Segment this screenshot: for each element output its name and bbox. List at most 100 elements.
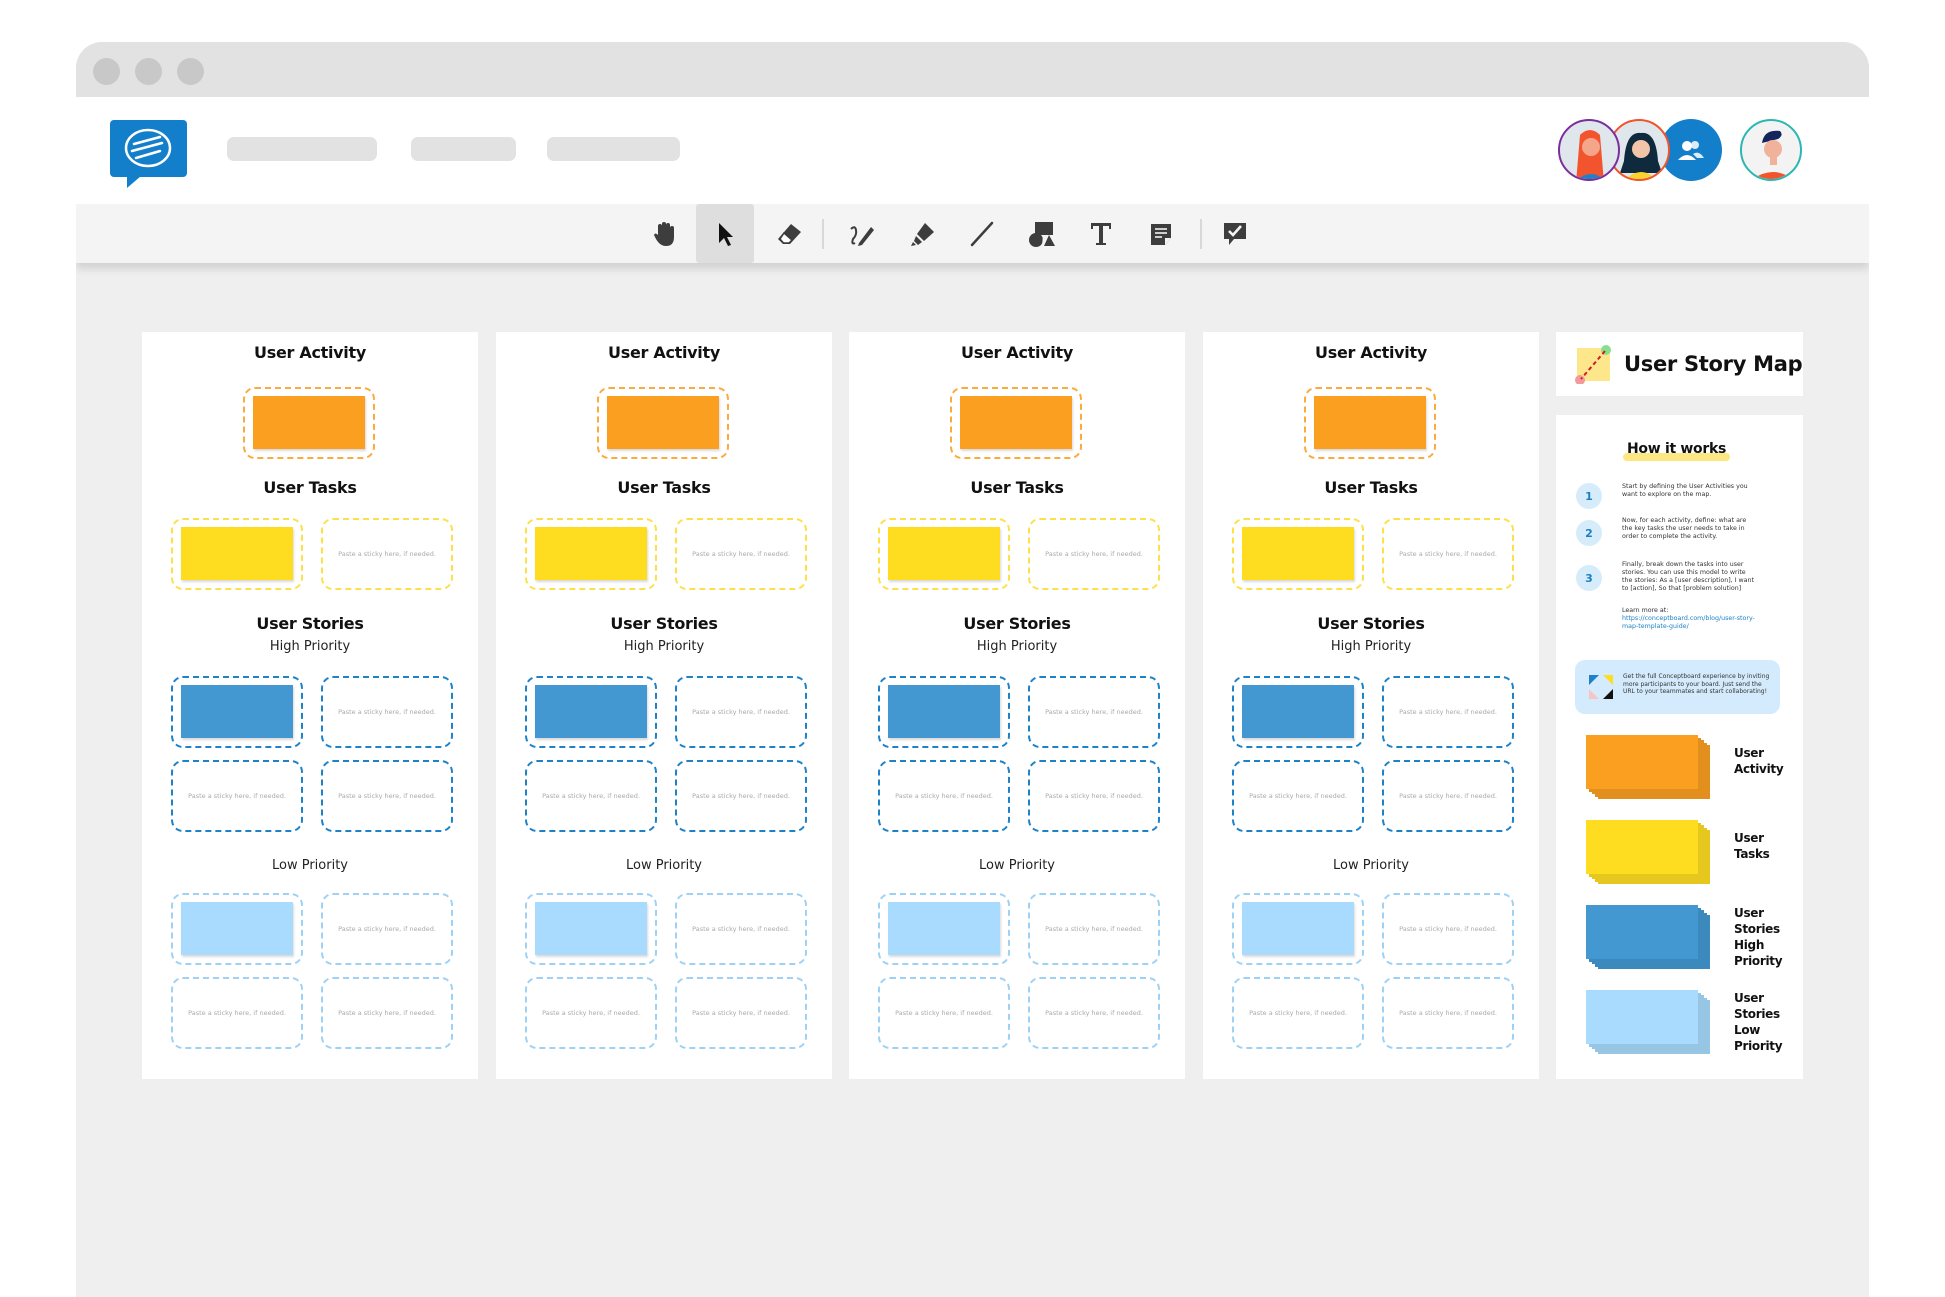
legend-label: User Stories High Priority: [1734, 906, 1783, 968]
maximize-window-button[interactable]: [177, 58, 204, 85]
nav-placeholder-2[interactable]: [411, 137, 516, 161]
activity-slot[interactable]: [950, 387, 1082, 459]
avatar-man-current-user[interactable]: [1740, 119, 1802, 181]
high-priority-slot[interactable]: Paste a sticky here, if needed.: [675, 760, 807, 832]
tool-draw[interactable]: [833, 204, 891, 263]
sticky-note[interactable]: [1242, 527, 1354, 580]
activity-title: User Activity: [961, 343, 1073, 362]
high-priority-slot[interactable]: Paste a sticky here, if needed.: [1232, 760, 1364, 832]
slot-hint: Paste a sticky here, if needed.: [542, 792, 640, 800]
minimize-window-button[interactable]: [135, 58, 162, 85]
avatar-woman-red-hair[interactable]: [1558, 119, 1620, 181]
sticky-note[interactable]: [888, 902, 1000, 955]
app-header: [76, 97, 1869, 204]
learn-more-link[interactable]: https://conceptboard.com/blog/user-story…: [1622, 615, 1757, 631]
activity-slot[interactable]: [1304, 387, 1436, 459]
tool-eraser[interactable]: [760, 204, 818, 263]
task-slot[interactable]: Paste a sticky here, if needed.: [1028, 518, 1160, 590]
slot-hint: Paste a sticky here, if needed.: [338, 792, 436, 800]
sticky-note[interactable]: [1242, 685, 1354, 738]
sticky-note[interactable]: [535, 527, 647, 580]
legend-sticky-stack[interactable]: [1586, 990, 1711, 1056]
high-priority-slot[interactable]: Paste a sticky here, if needed.: [321, 760, 453, 832]
low-priority-slot[interactable]: Paste a sticky here, if needed.: [321, 893, 453, 965]
high-priority-slot[interactable]: Paste a sticky here, if needed.: [1028, 760, 1160, 832]
high-priority-slot[interactable]: [171, 676, 303, 748]
nav-placeholder-1[interactable]: [227, 137, 377, 161]
conceptboard-logo-icon[interactable]: [110, 120, 187, 177]
tool-text[interactable]: [1072, 204, 1130, 263]
task-slot[interactable]: Paste a sticky here, if needed.: [1382, 518, 1514, 590]
sticky-note[interactable]: [1314, 396, 1426, 449]
slot-hint: Paste a sticky here, if needed.: [1399, 708, 1497, 716]
tool-sticky-note[interactable]: [1132, 204, 1190, 263]
low-priority-slot[interactable]: Paste a sticky here, if needed.: [675, 977, 807, 1049]
task-slot[interactable]: Paste a sticky here, if needed.: [675, 518, 807, 590]
sticky-note[interactable]: [253, 396, 365, 449]
how-it-works-card: How it works 1 Start by defining the Use…: [1556, 415, 1803, 1079]
nav-placeholder-3[interactable]: [547, 137, 680, 161]
sticky-layer: [1586, 990, 1698, 1044]
tool-line[interactable]: [953, 204, 1011, 263]
sticky-note[interactable]: [888, 527, 1000, 580]
high-priority-slot[interactable]: Paste a sticky here, if needed.: [321, 676, 453, 748]
sticky-note[interactable]: [535, 685, 647, 738]
low-priority-slot[interactable]: Paste a sticky here, if needed.: [1382, 893, 1514, 965]
low-priority-slot[interactable]: [171, 893, 303, 965]
low-priority-slot[interactable]: Paste a sticky here, if needed.: [1028, 977, 1160, 1049]
sticky-note[interactable]: [607, 396, 719, 449]
tool-highlighter[interactable]: [893, 204, 951, 263]
low-priority-slot[interactable]: Paste a sticky here, if needed.: [1232, 977, 1364, 1049]
task-slot[interactable]: [171, 518, 303, 590]
low-priority-slot[interactable]: Paste a sticky here, if needed.: [321, 977, 453, 1049]
sticky-note[interactable]: [535, 902, 647, 955]
board-canvas[interactable]: User Activity User Tasks Paste a sticky he…: [76, 263, 1869, 1297]
low-priority-slot[interactable]: [525, 893, 657, 965]
tool-hand[interactable]: [636, 204, 694, 263]
close-window-button[interactable]: [93, 58, 120, 85]
activity-slot[interactable]: [597, 387, 729, 459]
sticky-note[interactable]: [960, 396, 1072, 449]
low-priority-slot[interactable]: Paste a sticky here, if needed.: [878, 977, 1010, 1049]
tool-review[interactable]: [1206, 204, 1264, 263]
slot-hint: Paste a sticky here, if needed.: [1045, 550, 1143, 558]
high-priority-slot[interactable]: Paste a sticky here, if needed.: [878, 760, 1010, 832]
high-priority-slot[interactable]: Paste a sticky here, if needed.: [171, 760, 303, 832]
high-priority-slot[interactable]: [1232, 676, 1364, 748]
task-slot[interactable]: Paste a sticky here, if needed.: [321, 518, 453, 590]
sticky-note[interactable]: [181, 527, 293, 580]
hand-icon: [654, 221, 674, 246]
cursor-arrow-icon: [719, 222, 733, 246]
low-priority-slot[interactable]: Paste a sticky here, if needed.: [675, 893, 807, 965]
sticky-note[interactable]: [181, 685, 293, 738]
high-priority-slot[interactable]: [525, 676, 657, 748]
line-icon: [970, 221, 994, 246]
low-priority-slot[interactable]: [1232, 893, 1364, 965]
sticky-note[interactable]: [181, 902, 293, 955]
task-slot[interactable]: [525, 518, 657, 590]
task-slot[interactable]: [878, 518, 1010, 590]
low-priority-slot[interactable]: Paste a sticky here, if needed.: [1028, 893, 1160, 965]
high-priority-slot[interactable]: Paste a sticky here, if needed.: [1382, 676, 1514, 748]
low-priority-slot[interactable]: Paste a sticky here, if needed.: [171, 977, 303, 1049]
tool-shapes[interactable]: [1013, 204, 1071, 263]
sticky-note[interactable]: [1242, 902, 1354, 955]
high-priority-slot[interactable]: Paste a sticky here, if needed.: [675, 676, 807, 748]
legend-sticky-stack[interactable]: [1586, 820, 1711, 886]
low-priority-slot[interactable]: Paste a sticky here, if needed.: [1382, 977, 1514, 1049]
legend-sticky-stack[interactable]: [1586, 735, 1711, 801]
task-slot[interactable]: [1232, 518, 1364, 590]
low-priority-slot[interactable]: Paste a sticky here, if needed.: [525, 977, 657, 1049]
activity-slot[interactable]: [243, 387, 375, 459]
tool-select[interactable]: [696, 204, 754, 263]
legend-sticky-stack[interactable]: [1586, 905, 1711, 971]
high-priority-slot[interactable]: Paste a sticky here, if needed.: [1028, 676, 1160, 748]
low-priority-slot[interactable]: [878, 893, 1010, 965]
story-column-3: User Activity User Tasks Paste a sticky he…: [849, 332, 1185, 1079]
legend-label: User Tasks: [1734, 831, 1770, 861]
high-priority-slot[interactable]: Paste a sticky here, if needed.: [525, 760, 657, 832]
high-priority-slot[interactable]: [878, 676, 1010, 748]
high-priority-slot[interactable]: Paste a sticky here, if needed.: [1382, 760, 1514, 832]
low-priority-label: Low Priority: [978, 858, 1055, 873]
sticky-note[interactable]: [888, 685, 1000, 738]
